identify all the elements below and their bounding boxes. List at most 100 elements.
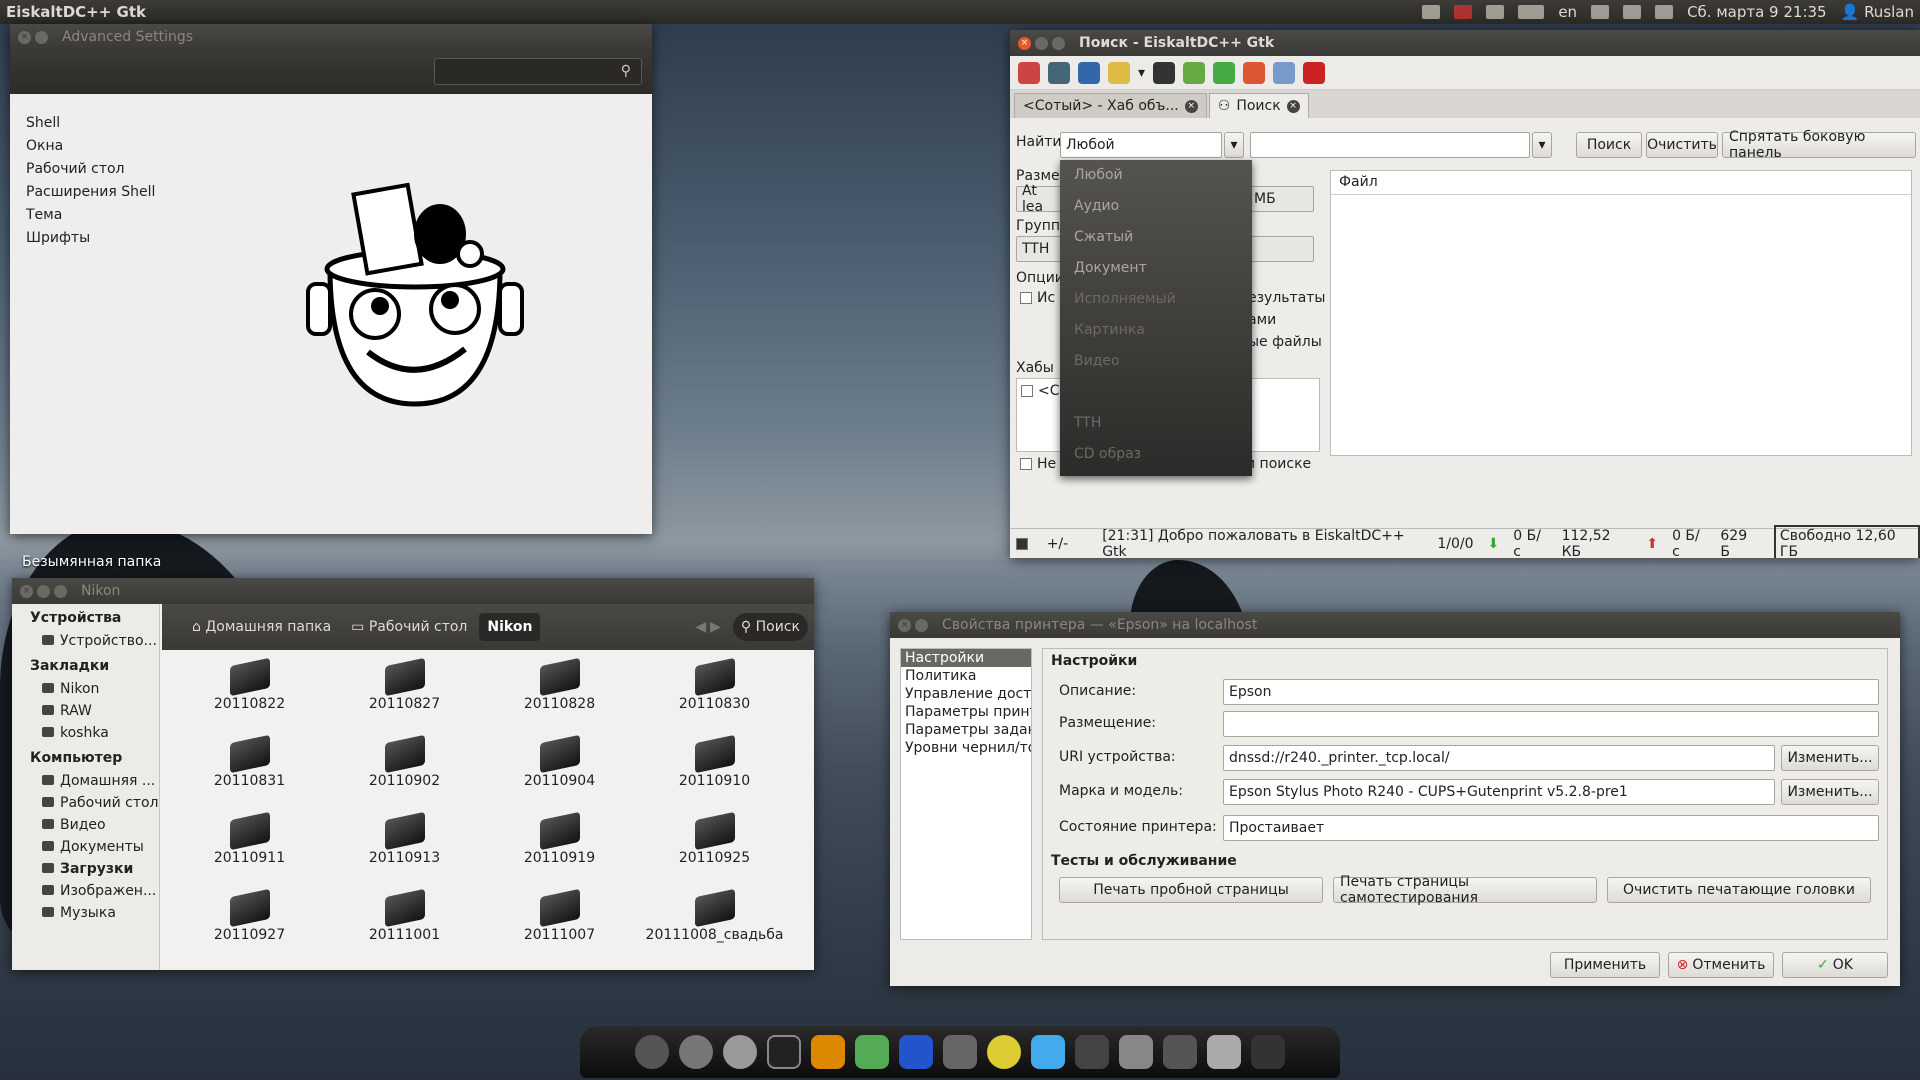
menu-item-any[interactable]: Любой	[1060, 160, 1252, 191]
queue-icon[interactable]	[1183, 61, 1206, 84]
minimize-button[interactable]	[37, 584, 50, 598]
clock[interactable]: Сб. марта 9 21:35	[1687, 3, 1827, 21]
menu-item-picture[interactable]: Картинка	[1060, 315, 1252, 346]
close-icon[interactable]: ×	[1184, 99, 1198, 113]
category-settings[interactable]: Настройки	[901, 649, 1031, 667]
type-combo[interactable]: Любой	[1060, 132, 1222, 158]
settings-dock-icon[interactable]	[635, 1035, 669, 1069]
sidebar-item-documents[interactable]: Документы	[12, 836, 159, 858]
uri-field[interactable]: dnssd://r240._printer._tcp.local/	[1223, 745, 1775, 771]
category-windows[interactable]: Окна	[26, 135, 652, 158]
folder-item[interactable]: 20111001	[327, 887, 482, 964]
category-policy[interactable]: Политика	[901, 667, 1031, 685]
folder-item[interactable]: 20110913	[327, 810, 482, 887]
maximize-button[interactable]	[1052, 36, 1065, 50]
size-mode-combo[interactable]: At lea	[1016, 183, 1066, 215]
option-checkbox[interactable]	[1020, 292, 1032, 304]
sidebar-item-music[interactable]: Музыка	[12, 902, 159, 924]
globe-icon[interactable]	[1078, 61, 1100, 84]
menu-item-directory[interactable]	[1060, 377, 1252, 408]
close-button[interactable]: ×	[20, 584, 33, 598]
network-icon[interactable]	[1623, 5, 1642, 19]
tools-dock-icon[interactable]	[1075, 1035, 1109, 1069]
folder-item[interactable]: 20110910	[637, 733, 792, 810]
ok-button[interactable]: ✓ OK	[1782, 952, 1888, 978]
clean-heads-button[interactable]: Очистить печатающие головки	[1607, 877, 1871, 903]
titlebar[interactable]: × Advanced Settings	[10, 24, 652, 50]
sidebar-item-nikon[interactable]: Nikon	[12, 678, 159, 700]
group-combo[interactable]: TTH	[1016, 236, 1066, 262]
desktop-folder-label[interactable]: Безымянная папка	[22, 554, 161, 570]
menu-item-cd-image[interactable]: CD образ	[1060, 439, 1252, 470]
model-field[interactable]: Epson Stylus Photo R240 - CUPS+Gutenprin…	[1223, 779, 1775, 805]
disk-utility-dock-icon[interactable]	[1163, 1035, 1197, 1069]
wrench-dock-icon[interactable]	[1119, 1035, 1153, 1069]
chevron-down-icon[interactable]: ▾	[1138, 65, 1145, 81]
firefox-dock-icon[interactable]	[811, 1035, 845, 1069]
tab-hub[interactable]: <Сотый> - Хаб объ... ×	[1014, 93, 1207, 118]
sidebar-item-pictures[interactable]: Изображен...	[12, 880, 159, 902]
folder-item[interactable]: 20110827	[327, 656, 482, 733]
up-arrow-icon[interactable]	[1243, 61, 1266, 84]
tab-search[interactable]: ⚇ Поиск ×	[1208, 93, 1309, 118]
menu-item-document[interactable]: Документ	[1060, 253, 1252, 284]
sidebar-item-home[interactable]: Домашняя ...	[12, 770, 159, 792]
folder-item[interactable]: 20110902	[327, 733, 482, 810]
print-self-test-button[interactable]: Печать страницы самотестирования	[1333, 874, 1597, 906]
folder-item[interactable]: 20110822	[172, 656, 327, 733]
globe-dock-icon[interactable]	[899, 1035, 933, 1069]
connect-icon[interactable]	[1018, 61, 1040, 84]
description-field[interactable]: Epson	[1223, 679, 1879, 705]
search-button[interactable]: ⚲ Поиск	[732, 613, 808, 641]
unit-combo[interactable]: МБ	[1248, 186, 1314, 212]
titlebar[interactable]: × Свойства принтера — «Epson» на localho…	[890, 612, 1900, 638]
calculator-dock-icon[interactable]	[943, 1035, 977, 1069]
search-spy-icon[interactable]	[1273, 61, 1296, 84]
menu-item-audio[interactable]: Аудио	[1060, 191, 1252, 222]
lightning-dock-icon[interactable]	[1031, 1035, 1065, 1069]
folder-item[interactable]: 20111008_свадьба	[637, 887, 792, 964]
tray-network-icon[interactable]	[1486, 5, 1505, 19]
hub-checkbox[interactable]	[1021, 385, 1033, 397]
folder-item[interactable]: 20110925	[637, 810, 792, 887]
maximize-button[interactable]	[915, 618, 928, 632]
sidebar-item-downloads[interactable]: Загрузки	[12, 858, 159, 880]
cancel-button[interactable]: ⊗ Отменить	[1668, 952, 1774, 978]
user-menu[interactable]: 👤 Ruslan	[1841, 3, 1914, 21]
sidebar-item-raw[interactable]: RAW	[12, 700, 159, 722]
minimize-button[interactable]	[1035, 36, 1048, 50]
folder-item[interactable]: 20110927	[172, 887, 327, 964]
close-icon[interactable]: ×	[1286, 99, 1300, 113]
folder-item[interactable]: 20110831	[172, 733, 327, 810]
search-button[interactable]: Поиск	[1576, 132, 1642, 158]
quit-icon[interactable]	[1303, 61, 1326, 84]
group-combo-arrow[interactable]	[1248, 236, 1314, 262]
maximize-button[interactable]	[54, 584, 67, 598]
tray-app-icon[interactable]	[1422, 5, 1441, 19]
titlebar[interactable]: × Nikon	[12, 578, 814, 604]
search-input[interactable]	[1250, 132, 1530, 158]
status-checkbox[interactable]	[1016, 537, 1028, 550]
search-input[interactable]: ⚲	[434, 58, 642, 85]
menu-item-compressed[interactable]: Сжатый	[1060, 222, 1252, 253]
location-field[interactable]	[1223, 711, 1879, 737]
close-button[interactable]: ×	[18, 30, 31, 44]
category-printer-options[interactable]: Параметры принт	[901, 703, 1031, 721]
folder-item[interactable]: 20111007	[482, 887, 637, 964]
sidebar-item-device[interactable]: Устройство...	[12, 630, 159, 652]
folder-item[interactable]: 20110830	[637, 656, 792, 733]
print-test-page-button[interactable]: Печать пробной страницы	[1059, 877, 1323, 903]
close-button[interactable]: ×	[898, 618, 911, 632]
minimize-button[interactable]	[35, 30, 48, 44]
breadcrumb-home[interactable]: ⌂ Домашняя папка	[184, 613, 339, 641]
down-arrow-icon[interactable]	[1213, 61, 1236, 84]
tray-dc-icon[interactable]	[1454, 5, 1473, 19]
change-uri-button[interactable]: Изменить...	[1781, 745, 1879, 771]
sidebar-item-video[interactable]: Видео	[12, 814, 159, 836]
hide-sidebar-button[interactable]: Спрятать боковую панель	[1722, 129, 1916, 161]
category-job-options[interactable]: Параметры задан	[901, 721, 1031, 739]
folder-item[interactable]: 20110911	[172, 810, 327, 887]
trash-dock-icon[interactable]	[1251, 1035, 1285, 1069]
history-dropdown[interactable]: ▾	[1532, 132, 1552, 158]
camera-dock-icon[interactable]	[723, 1035, 757, 1069]
